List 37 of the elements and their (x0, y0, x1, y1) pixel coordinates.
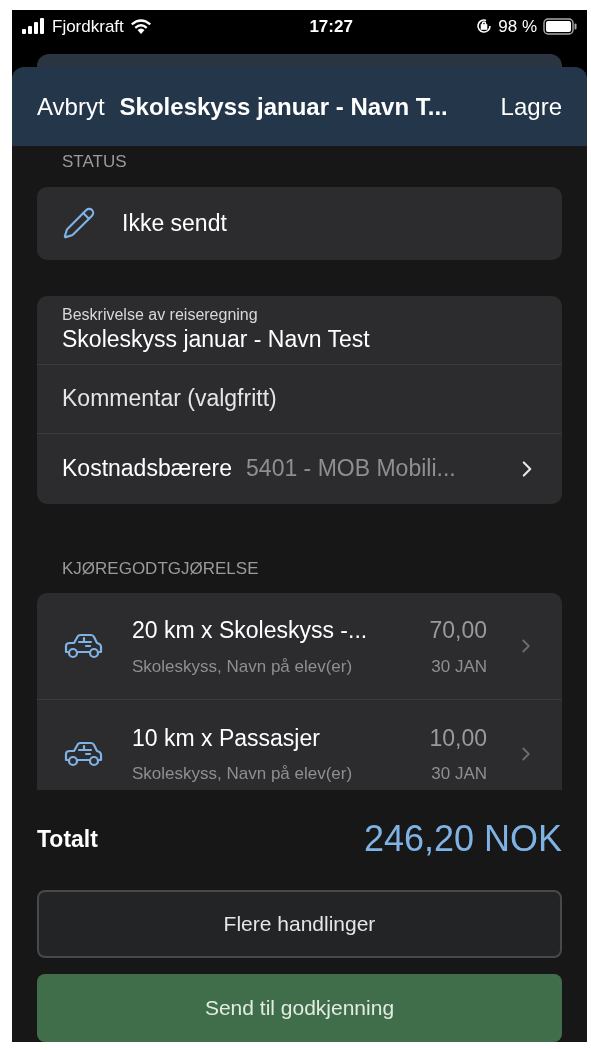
comment-field[interactable]: Kommentar (valgfritt) (62, 381, 562, 416)
trip-amount: 70,00 (429, 616, 487, 645)
cancel-button[interactable]: Avbryt (37, 88, 105, 125)
section-header: STATUS (61, 151, 128, 173)
mileage-row[interactable]: 20 km x Skoleskyss -... Skoleskyss, Navn på elev(er) 70,00 30 JAN (37, 593, 562, 700)
section-header: KJØREGODTGJØRELSE (61, 557, 260, 580)
trip-subtitle: Skoleskyss, Navn på elev(er) (132, 763, 354, 785)
wifi-icon (129, 18, 152, 35)
send-button[interactable]: Send til godkjenning (37, 974, 562, 1042)
field-label: Beskrivelse av reiseregning (62, 305, 259, 326)
trip-subtitle: Skoleskyss, Navn på elev(er) (132, 655, 354, 678)
battery-percent: 98 % (498, 15, 537, 38)
trip-title: 20 km x Skoleskyss -... (132, 616, 369, 645)
mileage-row[interactable]: 10 km x Passasjer Skoleskyss, Navn på elev(er) 10,00 30 JAN (37, 700, 562, 790)
cost-carrier-picker[interactable]: Kostnadsbærere 5401 - MOB Mobili... (37, 433, 562, 504)
screen-title: Skoleskyss januar - Navn T... (119, 91, 449, 122)
clock: 17:27 (308, 15, 354, 38)
picker-value: 5401 - MOB Mobili... (246, 454, 457, 484)
car-icon (62, 739, 104, 768)
carrier-name: Fjordkraft (52, 15, 124, 38)
description-field[interactable]: Beskrivelse av reiseregning Skoleskyss januar - Navn Test (37, 295, 562, 365)
battery-icon (543, 17, 577, 35)
status-value: Ikke sendt (122, 208, 227, 238)
total-amount: 246,20 NOK (363, 817, 562, 861)
car-icon (62, 632, 104, 660)
more-actions-button[interactable]: Flere handlinger (37, 890, 562, 958)
total-label: Totalt (37, 824, 98, 854)
trip-date: 30 JAN (431, 655, 487, 678)
rotation-lock-icon (476, 18, 493, 35)
trip-title: 10 km x Passasjer (132, 723, 321, 753)
picker-label: Kostnadsbærere (62, 454, 233, 484)
trip-amount: 10,00 (429, 723, 487, 753)
save-button[interactable]: Lagre (500, 88, 562, 125)
pencil-icon (62, 206, 96, 240)
signal-icon (22, 18, 46, 35)
trip-date: 30 JAN (431, 763, 487, 785)
field-value: Skoleskyss januar - Navn Test (62, 325, 371, 354)
